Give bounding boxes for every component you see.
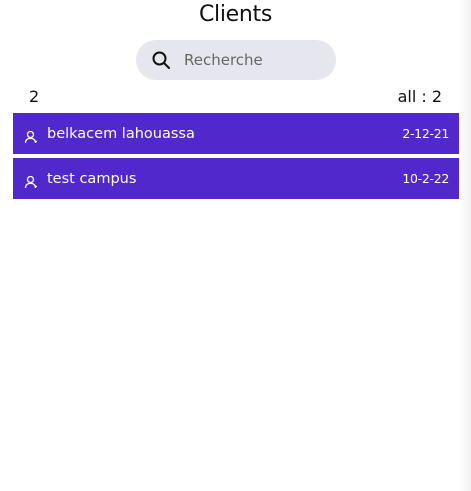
client-name: belkacem lahouassa	[47, 125, 195, 142]
search-icon[interactable]	[151, 50, 171, 70]
client-row[interactable]: belkacem lahouassa 2-12-21	[13, 113, 459, 154]
user-icon	[24, 174, 38, 188]
client-name: test campus	[47, 170, 137, 187]
search-bar[interactable]	[136, 40, 336, 80]
client-list: belkacem lahouassa 2-12-21 test campus 1…	[13, 113, 459, 203]
all-filter-label[interactable]: all : 2	[398, 87, 442, 106]
search-input[interactable]	[184, 51, 324, 69]
page-title: Clients	[198, 2, 273, 27]
client-count: 2	[29, 87, 40, 106]
scroll-edge-shade	[459, 0, 471, 491]
client-date: 2-12-21	[402, 126, 449, 141]
client-row[interactable]: test campus 10-2-22	[13, 158, 459, 199]
user-icon	[24, 129, 38, 143]
client-date: 10-2-22	[402, 171, 449, 186]
